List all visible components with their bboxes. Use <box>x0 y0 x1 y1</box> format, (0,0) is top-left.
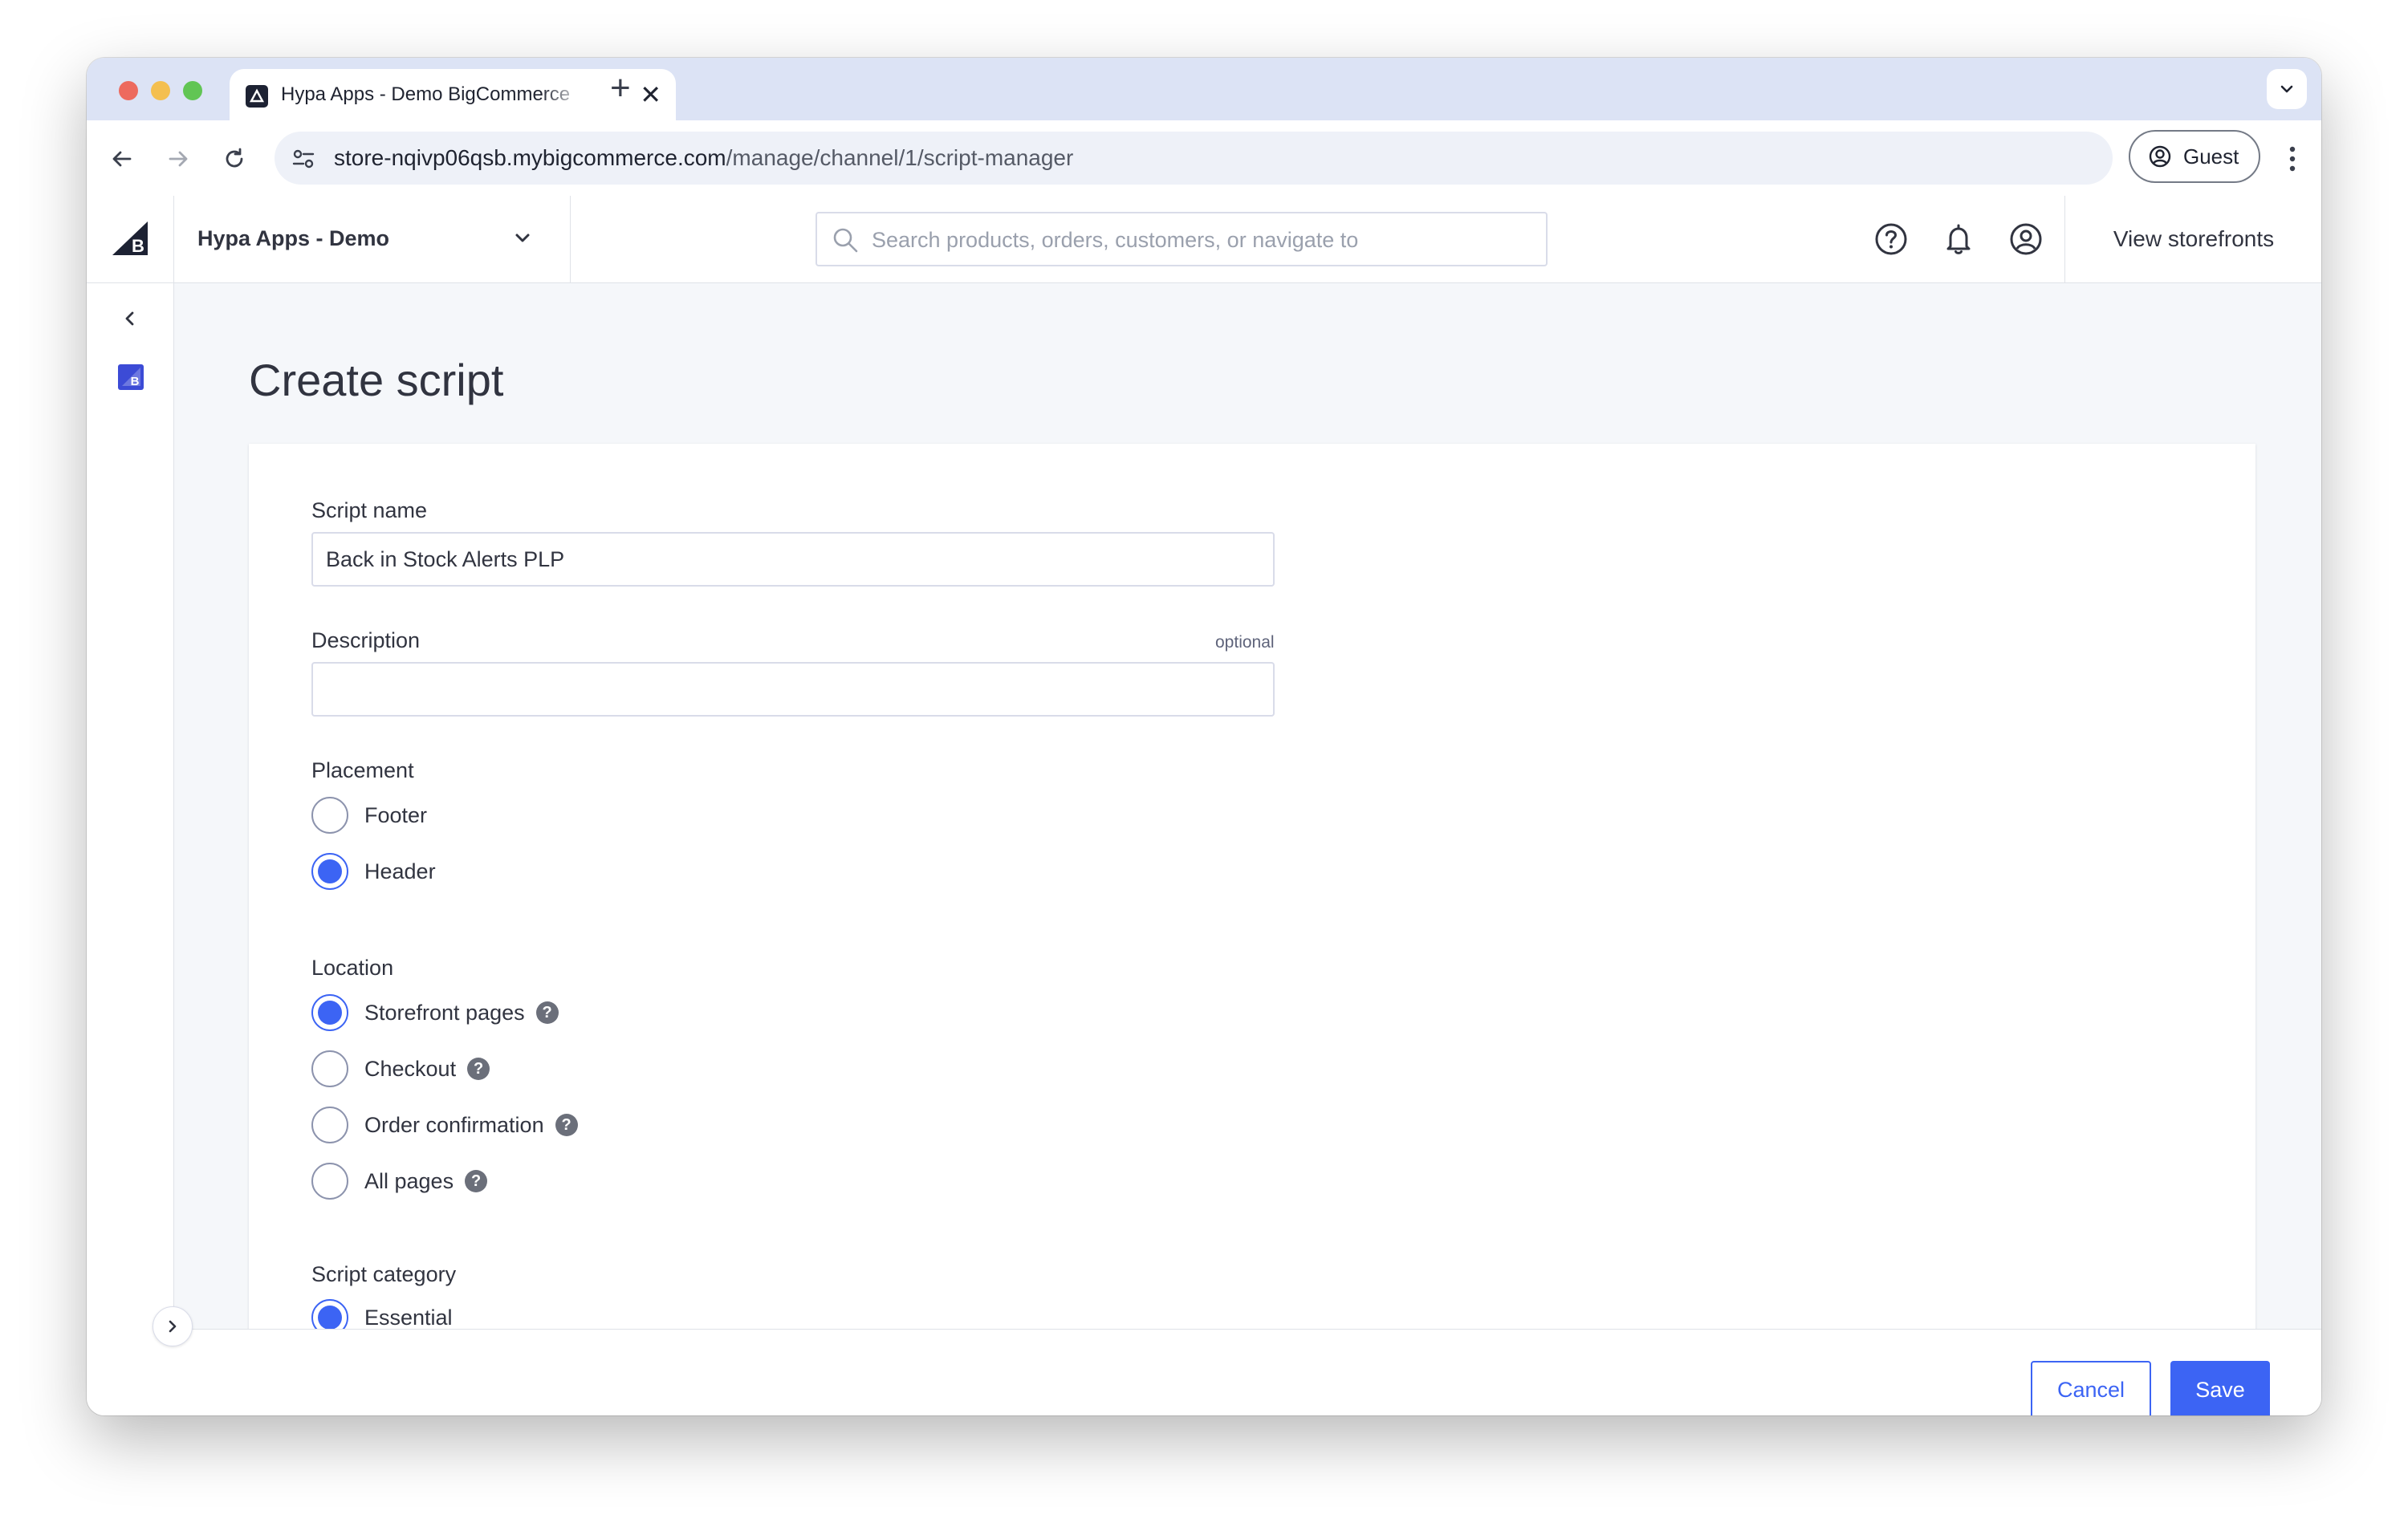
view-storefronts-button[interactable]: View storefronts <box>2064 196 2321 282</box>
page-title: Create script <box>249 355 504 405</box>
search-icon <box>833 228 858 253</box>
script-category-label: Script category <box>311 1262 457 1286</box>
store-name: Hypa Apps - Demo <box>197 226 390 250</box>
app-header: B Hypa Apps - Demo View storefronts <box>87 196 2321 283</box>
location-option-checkout[interactable]: Checkout ? <box>311 1050 490 1087</box>
radio-label: Order confirmation <box>364 1112 544 1137</box>
browser-menu-icon[interactable] <box>2283 143 2302 175</box>
svg-text:B: B <box>131 375 140 388</box>
description-input[interactable] <box>311 662 1275 717</box>
save-button[interactable]: Save <box>2170 1361 2270 1415</box>
browser-window: Hypa Apps - Demo BigCommerce ✕ + store-n… <box>87 58 2321 1415</box>
url-host: store-nqivp06qsb.mybigcommerce.com <box>334 145 726 170</box>
minimize-window-button[interactable] <box>151 81 170 100</box>
radio-button[interactable] <box>311 797 348 834</box>
radio-button[interactable] <box>311 1107 348 1143</box>
radio-label: Storefront pages <box>364 1000 525 1025</box>
placement-label: Placement <box>311 758 414 782</box>
profile-icon <box>2149 145 2171 168</box>
forward-button[interactable] <box>159 140 197 178</box>
site-settings-icon[interactable] <box>291 146 316 172</box>
bigcommerce-favicon-icon <box>246 85 268 108</box>
tab-search-button[interactable] <box>2267 69 2307 109</box>
radio-button[interactable] <box>311 1050 348 1087</box>
chevron-down-icon <box>515 234 530 242</box>
close-window-button[interactable] <box>119 81 138 100</box>
back-button[interactable] <box>103 140 141 178</box>
help-icon[interactable]: ? <box>535 1001 559 1024</box>
help-icon[interactable]: ? <box>465 1170 488 1192</box>
description-optional-hint: optional <box>1215 633 1275 652</box>
radio-label: All pages <box>364 1168 454 1193</box>
radio-label: Footer <box>364 802 428 827</box>
svg-text:B: B <box>132 236 144 256</box>
script-name-label: Script name <box>311 498 428 522</box>
placement-option-footer[interactable]: Footer <box>311 797 427 834</box>
global-search[interactable] <box>816 212 1548 266</box>
help-icon[interactable] <box>1872 220 1910 258</box>
action-bar <box>173 1329 2321 1415</box>
description-label: Description <box>311 628 421 652</box>
browser-tab-active[interactable]: Hypa Apps - Demo BigCommerce ✕ <box>230 69 676 120</box>
bigcommerce-logo[interactable]: B <box>87 196 174 282</box>
sidebar: B <box>87 283 174 1415</box>
store-switcher[interactable]: Hypa Apps - Demo <box>173 196 571 282</box>
tab-close-icon[interactable]: ✕ <box>640 80 661 109</box>
help-icon[interactable]: ? <box>467 1058 490 1080</box>
help-icon[interactable]: ? <box>555 1114 578 1136</box>
reload-icon <box>226 148 243 168</box>
arrow-left-icon <box>112 151 132 167</box>
url-path: /manage/channel/1/script-manager <box>726 145 1074 170</box>
location-option-all-pages[interactable]: All pages ? <box>311 1163 488 1200</box>
radio-button-selected[interactable] <box>311 853 348 890</box>
profile-button[interactable]: Guest <box>2129 130 2260 183</box>
tab-strip: Hypa Apps - Demo BigCommerce ✕ + <box>87 58 2321 120</box>
account-icon[interactable] <box>2007 220 2045 258</box>
collapse-sidebar-icon[interactable] <box>117 306 143 331</box>
arrow-right-icon <box>169 151 188 167</box>
radio-label: Essential <box>364 1305 453 1330</box>
bell-icon[interactable] <box>1939 220 1978 258</box>
search-input[interactable] <box>870 213 1531 266</box>
radio-button[interactable] <box>311 1163 348 1200</box>
expand-sidebar-button[interactable] <box>153 1306 193 1346</box>
script-form-card: Script name Description optional Placeme… <box>249 444 2255 1407</box>
radio-button-selected[interactable] <box>311 994 348 1031</box>
new-tab-button[interactable]: + <box>610 66 631 111</box>
url-text: store-nqivp06qsb.mybigcommerce.com/manag… <box>334 145 1073 171</box>
tab-title: Hypa Apps - Demo BigCommerce <box>281 83 571 105</box>
script-name-input[interactable] <box>311 532 1275 587</box>
chevron-right-icon <box>169 1320 177 1333</box>
maximize-window-button[interactable] <box>183 81 202 100</box>
reload-button[interactable] <box>215 140 254 178</box>
placement-option-header[interactable]: Header <box>311 853 436 890</box>
address-bar[interactable]: store-nqivp06qsb.mybigcommerce.com/manag… <box>275 132 2113 185</box>
location-label: Location <box>311 956 394 980</box>
channel-bigcommerce-icon[interactable]: B <box>117 363 144 391</box>
profile-label: Guest <box>2183 144 2239 169</box>
radio-label: Header <box>364 859 436 883</box>
radio-label: Checkout <box>364 1056 457 1081</box>
browser-toolbar: store-nqivp06qsb.mybigcommerce.com/manag… <box>87 120 2321 197</box>
chevron-down-icon <box>2280 85 2293 93</box>
main-content: Create script Script name Description op… <box>174 283 2321 1415</box>
location-option-order-confirmation[interactable]: Order confirmation ? <box>311 1107 578 1143</box>
bigcommerce-logo-icon: B <box>112 221 148 256</box>
cancel-button[interactable]: Cancel <box>2031 1361 2151 1415</box>
location-option-storefront-pages[interactable]: Storefront pages ? <box>311 994 559 1031</box>
